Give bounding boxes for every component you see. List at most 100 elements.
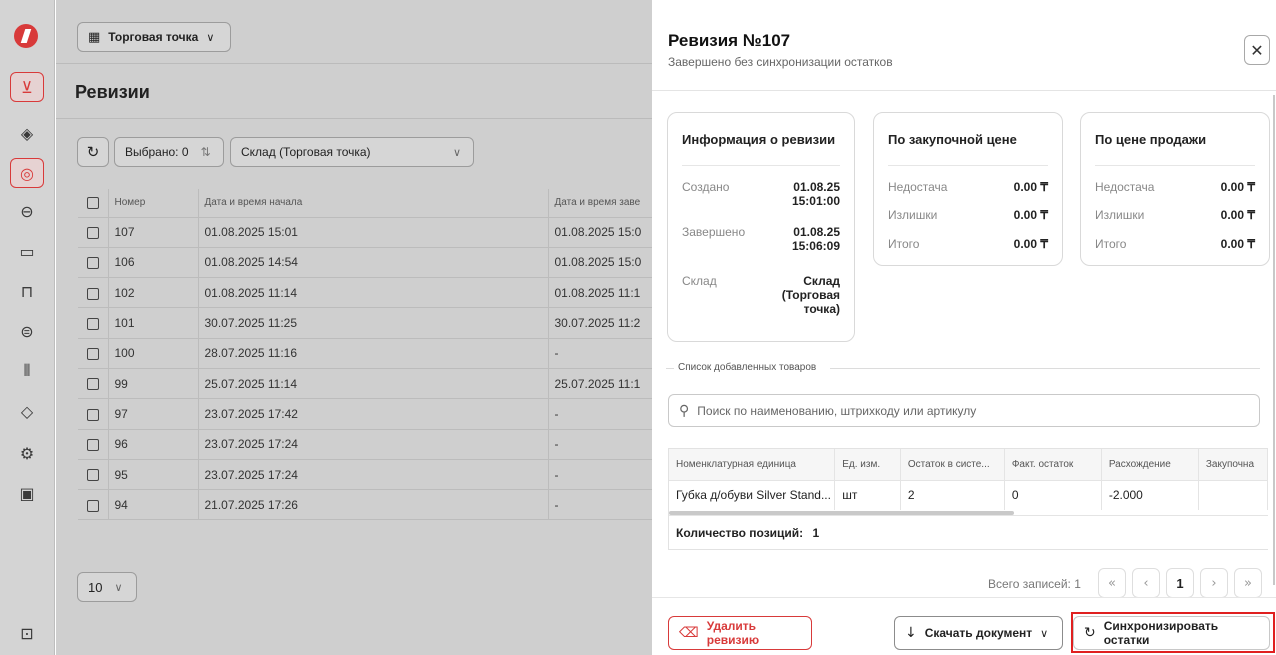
delete-revision-button[interactable]: ⌫ Удалить ревизию — [668, 616, 812, 650]
cell-start: 23.07.2025 17:24 — [197, 459, 548, 491]
warehouse-select[interactable]: Склад (Торговая точка) ∨ — [230, 137, 474, 167]
created-label: Создано — [682, 180, 730, 194]
warehouse-select-value: Склад (Торговая точка) — [241, 145, 371, 159]
cell-end: 01.08.2025 15:0 — [547, 247, 652, 279]
purchase-price-card: По закупочной цене Недостача 0.00 ₸ Излиш… — [873, 112, 1063, 266]
column-actual-stock[interactable]: Факт. остаток — [1004, 449, 1102, 481]
wallet-icon[interactable]: ▭ — [10, 236, 44, 266]
finished-time: 15:06:09 — [791, 239, 840, 253]
row-checkbox[interactable] — [86, 348, 99, 361]
finished-date: 01.08.25 — [793, 225, 840, 239]
cart-icon[interactable]: ⊻ — [10, 72, 44, 102]
row-checkbox[interactable] — [86, 469, 99, 482]
table-row[interactable]: 102 01.08.2025 11:14 01.08.2025 11:1 — [78, 277, 652, 309]
store-button-label: Торговая точка — [108, 30, 199, 44]
drawer-title: Ревизия №107 — [668, 31, 791, 50]
table-row[interactable]: 101 30.07.2025 11:25 30.07.2025 11:2 — [78, 307, 652, 339]
stack-icon[interactable]: ◎ — [10, 158, 44, 188]
revision-info-card: Информация о ревизии Создано 01.08.25 15:… — [667, 112, 855, 342]
column-end[interactable]: Дата и время заве — [547, 189, 652, 218]
items-count-value: 1 — [812, 526, 820, 540]
delete-label: Удалить ревизию — [706, 619, 760, 647]
table-row[interactable]: 106 01.08.2025 14:54 01.08.2025 15:0 — [78, 247, 652, 279]
row-checkbox[interactable] — [86, 287, 99, 300]
box-icon[interactable]: ◈ — [10, 118, 44, 148]
row-checkbox[interactable] — [86, 317, 99, 330]
cell-number: 99 — [107, 368, 198, 400]
current-page[interactable]: 1 — [1166, 568, 1194, 598]
chevron-down-icon: ∨ — [1040, 626, 1049, 640]
items-count: Количество позиций: 1 — [669, 515, 1268, 549]
column-number[interactable]: Номер — [107, 189, 198, 218]
sidebar: ⊻ ◈ ◎ ⊖ ▭ ⊓ ⊜ ⫴ ◇ ⚙ ▣ ⊡ — [0, 0, 55, 655]
row-checkbox[interactable] — [86, 257, 99, 270]
column-purchase[interactable]: Закупочна — [1198, 449, 1268, 481]
close-button[interactable]: ✕ — [1244, 35, 1270, 65]
books-icon[interactable]: ⫴ — [10, 356, 44, 386]
cell-end: - — [547, 459, 652, 491]
settings-icon[interactable]: ⚙ — [10, 438, 44, 468]
logo-icon[interactable] — [14, 24, 38, 48]
bag-icon[interactable]: ⊖ — [10, 196, 44, 226]
column-start[interactable]: Дата и время начала — [197, 189, 548, 218]
table-row[interactable]: 99 25.07.2025 11:14 25.07.2025 11:1 — [78, 368, 652, 400]
layers-icon[interactable]: ◇ — [10, 396, 44, 426]
created-time: 15:01:00 — [791, 194, 840, 208]
table-row[interactable]: 94 21.07.2025 17:26- — [78, 489, 652, 521]
chevron-down-icon: ∨ — [452, 145, 461, 159]
receipt-icon[interactable]: ⊓ — [10, 276, 44, 306]
select-all-checkbox[interactable] — [86, 196, 99, 209]
selected-label: Выбрано: 0 — [125, 145, 189, 159]
row-checkbox[interactable] — [86, 499, 99, 512]
cell-number: 95 — [107, 459, 198, 491]
close-icon: ✕ — [1250, 40, 1264, 60]
refresh-icon: ↻ — [86, 143, 100, 161]
next-page-button[interactable]: › — [1200, 568, 1228, 598]
table-row[interactable]: 107 01.08.2025 15:01 01.08.2025 15:0 — [78, 217, 652, 248]
items-table: Номенклатурная единица Ед. изм. Остаток … — [668, 448, 1268, 550]
table-row[interactable]: Губка д/обуви Silver Stand... шт 2 0 -2.… — [669, 480, 1268, 510]
drawer-scrollbar[interactable] — [1273, 95, 1275, 585]
divider — [888, 165, 1048, 166]
column-unit[interactable]: Ед. изм. — [834, 449, 901, 481]
download-document-button[interactable]: ↓ Скачать документ ∨ — [894, 616, 1063, 650]
table-row[interactable]: 95 23.07.2025 17:24- — [78, 459, 652, 491]
table-row[interactable]: 100 28.07.2025 11:16- — [78, 338, 652, 369]
drawer-subtitle: Завершено без синхронизации остатков — [668, 55, 893, 69]
cell-number: 96 — [107, 429, 198, 460]
exit-icon[interactable]: ⊡ — [10, 618, 44, 648]
users-icon[interactable]: ⊜ — [10, 316, 44, 346]
column-item[interactable]: Номенклатурная единица — [669, 449, 836, 481]
page-size-select[interactable]: 10 ∨ — [77, 572, 137, 602]
search-field[interactable]: ⚲ — [668, 394, 1260, 427]
store-button[interactable]: ▦ Торговая точка ∨ — [77, 22, 231, 52]
total-value: 0.00 ₸ — [1013, 237, 1048, 251]
refresh-button[interactable]: ↻ — [77, 137, 109, 167]
column-system-stock[interactable]: Остаток в систе... — [900, 449, 1005, 481]
item-actual-stock: 0 — [1004, 480, 1102, 510]
column-difference[interactable]: Расхождение — [1101, 449, 1199, 481]
last-page-button[interactable]: » — [1234, 568, 1262, 598]
cell-end: 30.07.2025 11:2 — [547, 307, 652, 339]
table-row[interactable]: 96 23.07.2025 17:24- — [78, 429, 652, 460]
row-checkbox[interactable] — [86, 226, 99, 239]
row-checkbox[interactable] — [86, 408, 99, 421]
item-unit: шт — [834, 480, 901, 510]
row-checkbox[interactable] — [86, 439, 99, 452]
cell-start: 23.07.2025 17:24 — [197, 429, 548, 460]
table-row[interactable]: 97 23.07.2025 17:42- — [78, 398, 652, 430]
cell-start: 23.07.2025 17:42 — [197, 398, 548, 430]
card-title: Информация о ревизии — [682, 132, 836, 147]
prev-page-button[interactable]: ‹ — [1132, 568, 1160, 598]
first-page-button[interactable]: « — [1098, 568, 1126, 598]
divider — [830, 368, 1260, 369]
swap-icon: ⇅ — [200, 145, 211, 159]
items-section-label: Список добавленных товаров — [678, 362, 817, 373]
cell-start: 21.07.2025 17:26 — [197, 489, 548, 521]
item-system-stock: 2 — [900, 480, 1005, 510]
selected-counter[interactable]: Выбрано: 0 ⇅ — [114, 137, 224, 167]
chart-icon[interactable]: ▣ — [10, 478, 44, 508]
row-checkbox[interactable] — [86, 378, 99, 391]
search-input[interactable] — [697, 403, 1238, 418]
cell-start: 01.08.2025 11:14 — [197, 277, 548, 309]
